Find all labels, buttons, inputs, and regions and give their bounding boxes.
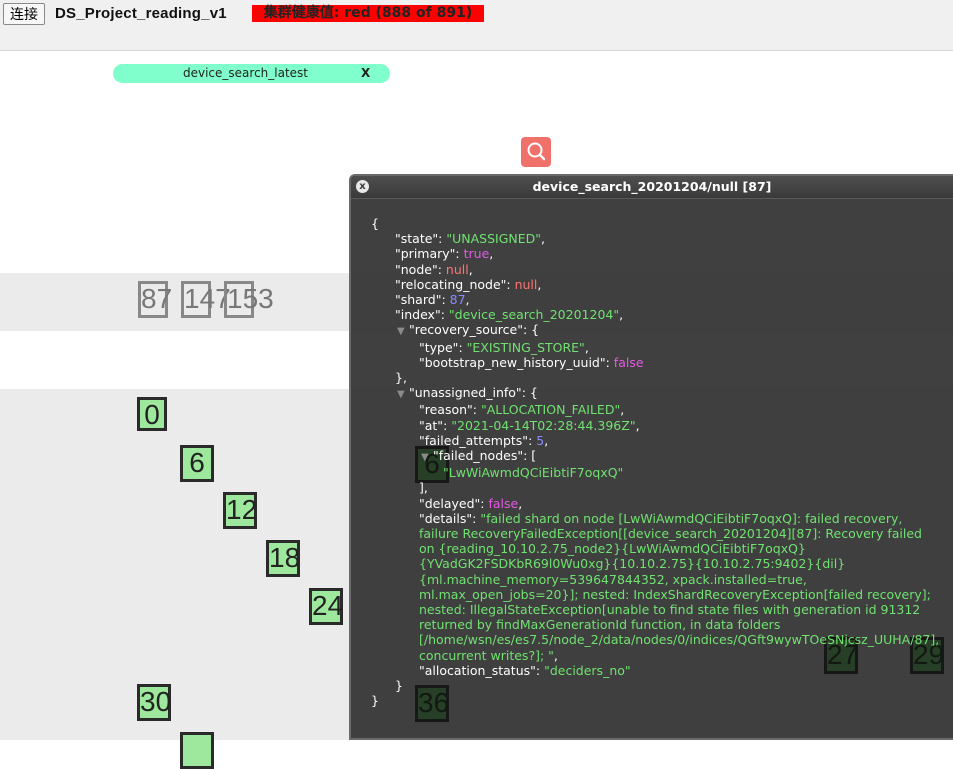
- cluster-name: DS_Project_reading_v1: [55, 5, 227, 22]
- connect-button[interactable]: 连接: [3, 3, 45, 25]
- shard[interactable]: 30: [137, 684, 171, 721]
- shard-unassigned[interactable]: 87: [138, 281, 172, 318]
- search-icon: [527, 142, 546, 161]
- collapse-toggle-icon[interactable]: ▼: [397, 387, 409, 402]
- shard[interactable]: 6: [180, 445, 214, 482]
- filter-chip-label: device_search_latest: [183, 66, 309, 80]
- shard[interactable]: [180, 732, 214, 769]
- shard-info-dialog: device_search_20201204/null [87] x 6 27 …: [349, 174, 953, 740]
- toolbar: 连接 DS_Project_reading_v1 集群健康值: red (888…: [0, 0, 953, 51]
- collapse-toggle-icon[interactable]: ▼: [397, 324, 409, 339]
- index-filter-chip[interactable]: device_search_latest X: [113, 64, 390, 83]
- cluster-health-badge: 集群健康值: red (888 of 891): [252, 5, 484, 22]
- search-button[interactable]: [521, 137, 551, 167]
- shard[interactable]: 24: [309, 588, 343, 625]
- json-viewer: { "state": "UNASSIGNED", "primary": true…: [371, 216, 940, 709]
- shard-unassigned[interactable]: 147: [181, 281, 231, 318]
- shard-unassigned[interactable]: 153: [224, 281, 274, 318]
- shard[interactable]: 18: [266, 540, 300, 577]
- dialog-title: device_search_20201204/null [87]: [351, 176, 953, 199]
- close-icon[interactable]: x: [356, 180, 369, 193]
- collapse-toggle-icon[interactable]: ▼: [421, 450, 433, 465]
- filter-chip-close-button[interactable]: X: [361, 64, 370, 83]
- shard[interactable]: 0: [137, 397, 167, 431]
- shard[interactable]: 12: [223, 492, 257, 529]
